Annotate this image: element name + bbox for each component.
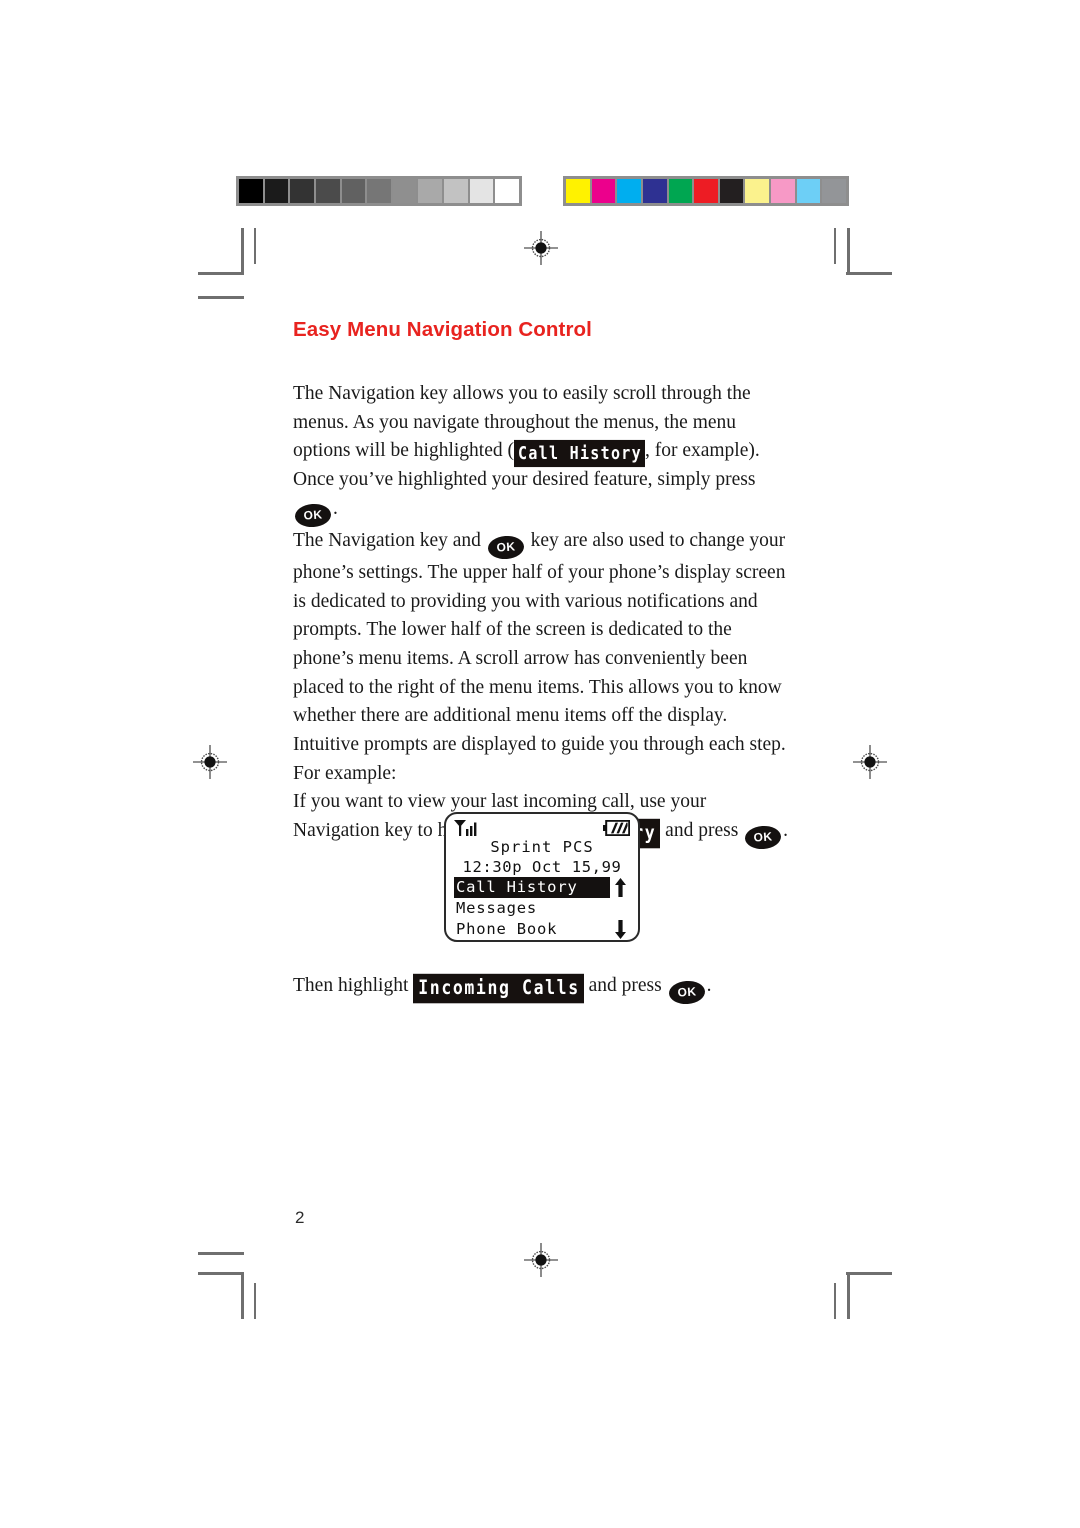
phone-status-bar <box>454 820 630 839</box>
page-title: Easy Menu Navigation Control <box>293 318 592 341</box>
phone-menu-item-phone-book[interactable]: Phone Book <box>454 919 630 940</box>
calibration-patch <box>367 179 391 203</box>
calibration-patch <box>315 179 340 203</box>
paragraph-incoming-calls-step: Then highlight Incoming Calls and press … <box>293 972 793 1006</box>
crop-tick-v <box>834 228 836 264</box>
calibration-patch <box>418 179 443 203</box>
calibration-patch <box>694 179 718 203</box>
phone-carrier-label: Sprint PCS <box>490 838 594 856</box>
crop-mark-v <box>847 1272 850 1319</box>
crop-mark-h <box>198 272 244 275</box>
calibration-patch <box>796 179 821 203</box>
crop-tick-v <box>254 1283 256 1319</box>
text-segment: and press <box>660 820 744 842</box>
process-color-bar <box>563 176 849 206</box>
menu-item-label: Call History <box>454 877 610 898</box>
ok-key-icon: OK <box>487 534 525 561</box>
phone-clock-label: 12:30p Oct 15,99 <box>462 858 622 876</box>
ok-key-icon: OK <box>294 502 332 529</box>
crop-tick-v <box>834 1283 836 1319</box>
menu-badge-call-history: Call History <box>513 440 645 468</box>
calibration-patch <box>392 179 417 203</box>
calibration-patch <box>745 179 770 203</box>
page-content: Easy Menu Navigation Control The Navigat… <box>293 318 793 851</box>
scroll-up-arrow-icon[interactable] <box>610 878 630 897</box>
text-segment: . <box>783 820 789 842</box>
ok-key-icon: OK <box>667 979 706 1006</box>
calibration-patch <box>771 179 795 203</box>
grayscale-step-wedge <box>236 176 522 206</box>
calibration-patch <box>290 179 314 203</box>
registration-mark-right <box>853 745 887 779</box>
text-segment: . <box>333 497 338 519</box>
menu-item-label: Phone Book <box>456 920 558 938</box>
calibration-patch <box>617 179 641 203</box>
calibration-patch <box>239 179 263 203</box>
crop-mark-h <box>846 272 892 275</box>
phone-menu-item-messages[interactable]: Messages <box>454 898 630 919</box>
calibration-patch <box>719 179 744 203</box>
text-segment: Then highlight <box>293 975 414 996</box>
calibration-patch <box>264 179 289 203</box>
paragraph-navigation-key-intro: The Navigation key allows you to easily … <box>293 380 793 529</box>
calibration-patch <box>566 179 590 203</box>
calibration-patch <box>469 179 494 203</box>
calibration-patch <box>444 179 468 203</box>
phone-display-illustration: Sprint PCS 12:30p Oct 15,99 Call History… <box>444 812 640 942</box>
caption-column: Then highlight Incoming Calls and press … <box>293 972 793 1006</box>
calibration-patch <box>642 179 667 203</box>
text-segment: The Navigation key and <box>293 529 486 551</box>
crop-mark-v <box>241 228 244 275</box>
print-calibration-strip <box>0 176 1080 206</box>
crop-mark-v <box>847 228 850 275</box>
calibration-patch <box>341 179 366 203</box>
text-segment: . <box>706 975 712 996</box>
menu-badge-incoming-calls: Incoming Calls <box>413 973 584 1003</box>
scroll-down-arrow-icon[interactable] <box>610 920 630 939</box>
text-segment: key are also used to change your phone’s… <box>293 529 786 784</box>
calibration-patch <box>591 179 616 203</box>
registration-mark-top <box>524 231 558 265</box>
calibration-patch <box>822 179 847 203</box>
phone-menu-item-call-history[interactable]: Call History <box>454 877 630 898</box>
crop-tick-v <box>254 228 256 264</box>
crop-mark-h <box>198 1272 244 1275</box>
registration-mark-bottom <box>524 1243 558 1277</box>
signal-strength-icon <box>454 820 477 836</box>
crop-mark-h <box>846 1272 892 1275</box>
battery-icon <box>603 820 630 836</box>
menu-item-label: Messages <box>456 899 538 917</box>
crop-mark-h2 <box>198 296 244 299</box>
registration-mark-left <box>193 745 227 779</box>
calibration-patch <box>668 179 693 203</box>
paragraph-display-layout: The Navigation key and OK key are also u… <box>293 527 793 789</box>
crop-mark-h2 <box>198 1252 244 1255</box>
text-segment: and press <box>583 975 667 996</box>
ok-key-icon: OK <box>744 824 782 851</box>
page-number: 2 <box>295 1208 305 1227</box>
calibration-patch <box>495 179 520 203</box>
crop-mark-v <box>241 1272 244 1319</box>
